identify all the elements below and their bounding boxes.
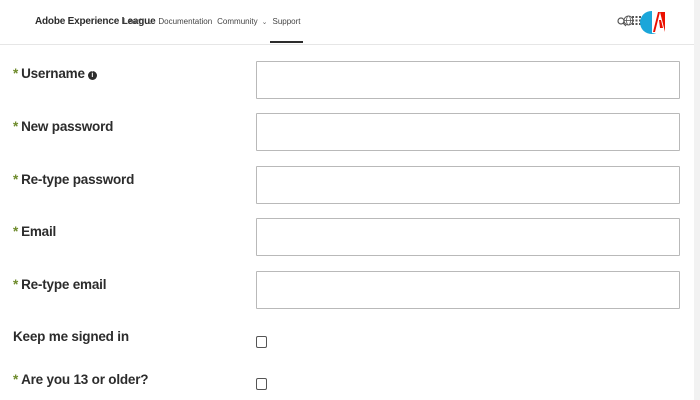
- required-marker: *: [13, 119, 19, 134]
- nav-community[interactable]: Community ⌄: [217, 17, 267, 26]
- new-password-label-text: New password: [21, 119, 114, 134]
- chevron-down-icon: ⌄: [261, 18, 268, 26]
- required-marker: *: [13, 277, 19, 292]
- global-header: Adobe Experience League Learn ⌄ Document…: [0, 0, 700, 45]
- main-nav: Learn ⌄ Documentation Community ⌄ Suppor…: [123, 17, 306, 43]
- retype-password-label: * Re-type password: [13, 172, 134, 187]
- info-icon[interactable]: i: [87, 71, 97, 80]
- email-label: * Email: [13, 224, 56, 239]
- keep-signed-in-label: Keep me signed in: [13, 329, 129, 344]
- username-label-text: Username: [21, 66, 85, 81]
- retype-password-field[interactable]: [256, 166, 680, 204]
- required-marker: *: [13, 372, 19, 387]
- new-password-field[interactable]: [256, 113, 680, 151]
- nav-learn[interactable]: Learn ⌄: [123, 17, 153, 26]
- email-field[interactable]: [256, 218, 680, 256]
- keep-signed-in-checkbox[interactable]: [256, 336, 267, 348]
- scrollbar[interactable]: [694, 0, 700, 400]
- nav-learn-label: Learn: [123, 17, 144, 26]
- required-marker: *: [13, 172, 19, 187]
- retype-email-label: * Re-type email: [13, 277, 106, 292]
- nav-support-label: Support: [272, 17, 301, 26]
- nav-support[interactable]: Support: [270, 17, 303, 43]
- adobe-logo[interactable]: [652, 11, 666, 33]
- username-field[interactable]: [256, 61, 680, 99]
- username-label: * Username i: [13, 66, 97, 81]
- new-password-label: * New password: [13, 119, 113, 134]
- required-marker: *: [13, 66, 19, 81]
- nav-documentation[interactable]: Documentation: [158, 17, 212, 26]
- age-confirm-label-text: Are you 13 or older?: [21, 372, 149, 387]
- retype-password-label-text: Re-type password: [21, 172, 135, 187]
- retype-email-label-text: Re-type email: [21, 277, 107, 292]
- age-confirm-checkbox[interactable]: [256, 378, 267, 390]
- retype-email-field[interactable]: [256, 271, 680, 309]
- age-confirm-label: * Are you 13 or older?: [13, 372, 149, 387]
- nav-community-label: Community: [217, 17, 258, 26]
- email-label-text: Email: [21, 224, 57, 239]
- required-marker: *: [13, 224, 19, 239]
- chevron-down-icon: ⌄: [147, 18, 154, 26]
- keep-signed-in-label-text: Keep me signed in: [13, 329, 129, 344]
- nav-documentation-label: Documentation: [158, 17, 213, 26]
